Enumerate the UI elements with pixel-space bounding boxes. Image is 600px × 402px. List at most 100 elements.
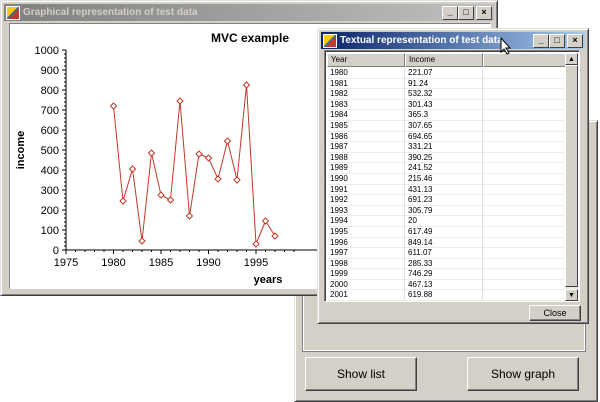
series-line: [113, 84, 276, 245]
vertical-scrollbar[interactable]: ▲ ▼: [565, 53, 578, 301]
data-point: [261, 217, 270, 225]
income-cell: 694.65: [405, 131, 483, 143]
y-tick-label: 400: [41, 165, 59, 177]
close-icon[interactable]: ×: [476, 5, 492, 20]
y-tick-label: 700: [41, 105, 59, 117]
income-cell: 285.33: [405, 258, 483, 270]
empty-cell: [483, 99, 567, 111]
data-point: [166, 196, 175, 204]
data-point: [119, 197, 127, 205]
list-header: Year Income: [327, 53, 567, 67]
maximize-icon[interactable]: □: [549, 33, 565, 48]
column-header-empty[interactable]: [483, 53, 567, 67]
empty-cell: [483, 269, 567, 280]
table-row[interactable]: 1993 305.79: [327, 205, 567, 217]
table-row[interactable]: 1999 746.29: [327, 269, 567, 280]
close-button[interactable]: Close: [529, 305, 581, 321]
year-cell: 1997: [327, 248, 405, 259]
minimize-icon[interactable]: _: [442, 5, 458, 20]
year-cell: 1992: [327, 195, 405, 206]
table-row[interactable]: 1986 694.65: [327, 131, 567, 143]
x-tick-label: 1975: [54, 257, 78, 269]
column-header-year[interactable]: Year: [327, 53, 405, 67]
income-cell: 331.21: [405, 142, 483, 153]
empty-cell: [483, 163, 567, 174]
income-cell: 305.79: [405, 205, 483, 217]
table-row[interactable]: 1980 221.07: [327, 68, 567, 79]
table-row[interactable]: 1994 20: [327, 216, 567, 227]
data-point: [128, 165, 137, 173]
table-row[interactable]: 1987 331.21: [327, 142, 567, 153]
table-row[interactable]: 1998 285.33: [327, 258, 567, 270]
minimize-icon[interactable]: _: [533, 33, 549, 48]
income-cell: 617.49: [405, 226, 483, 238]
table-row[interactable]: 2000 467.13: [327, 279, 567, 291]
data-point: [271, 232, 279, 240]
data-point: [242, 81, 251, 89]
income-cell: 611.07: [405, 248, 483, 259]
data-point: [233, 176, 241, 184]
empty-cell: [483, 237, 567, 249]
table-row[interactable]: 1985 307.65: [327, 120, 567, 132]
y-tick-label: 800: [41, 85, 59, 97]
scroll-down-icon[interactable]: ▼: [565, 289, 578, 301]
year-cell: 1981: [327, 78, 405, 90]
chart-title: MVC example: [211, 31, 289, 45]
graph-window-title: Graphical representation of test data: [23, 7, 198, 18]
graph-window-titlebar[interactable]: Graphical representation of test data _ …: [4, 4, 494, 21]
data-point: [204, 154, 213, 162]
table-row[interactable]: 1981 91.24: [327, 78, 567, 90]
income-cell: 390.25: [405, 152, 483, 164]
income-cell: 91.24: [405, 78, 483, 90]
data-point: [214, 175, 222, 183]
y-axis-label: income: [15, 131, 27, 170]
empty-cell: [483, 78, 567, 90]
text-window-titlebar[interactable]: Textual representation of test data _ □ …: [321, 32, 585, 49]
y-tick-label: 0: [53, 245, 59, 257]
table-row[interactable]: 1995 617.49: [327, 226, 567, 238]
year-cell: 1983: [327, 99, 405, 111]
year-cell: 1990: [327, 173, 405, 185]
table-row[interactable]: 1997 611.07: [327, 248, 567, 259]
show-list-button[interactable]: Show list: [305, 357, 417, 391]
x-tick-label: 1990: [196, 257, 220, 269]
data-point: [147, 149, 156, 157]
table-row[interactable]: 1992 691.23: [327, 195, 567, 206]
data-list-view[interactable]: Year Income 1980 221.07 1981 91.24 1982 532.3…: [324, 50, 580, 302]
table-row[interactable]: 2002585.56: [327, 301, 567, 302]
year-cell: 1996: [327, 237, 405, 249]
empty-cell: [483, 184, 567, 196]
maximize-icon[interactable]: □: [458, 5, 474, 20]
table-row[interactable]: 2001 619.88: [327, 290, 567, 301]
table-row[interactable]: 1988 390.25: [327, 152, 567, 164]
y-tick-label: 500: [41, 145, 59, 157]
data-point: [195, 150, 203, 158]
year-cell: 1995: [327, 226, 405, 238]
empty-cell: [483, 173, 567, 185]
table-row[interactable]: 1982 532.32: [327, 89, 567, 100]
table-row[interactable]: 1983 301.43: [327, 99, 567, 111]
scroll-thumb[interactable]: [565, 65, 578, 287]
income-cell: 691.23: [405, 195, 483, 206]
scroll-up-icon[interactable]: ▲: [565, 53, 578, 65]
year-cell: 1985: [327, 120, 405, 132]
column-header-income[interactable]: Income: [405, 53, 483, 67]
year-cell: 1986: [327, 131, 405, 143]
close-icon[interactable]: ×: [567, 33, 583, 48]
table-row[interactable]: 1996 849.14: [327, 237, 567, 249]
income-cell: 746.29: [405, 269, 483, 280]
table-row[interactable]: 1991 431.13: [327, 184, 567, 196]
empty-cell: [483, 301, 567, 302]
x-tick-label: 1985: [149, 257, 173, 269]
year-cell: 1987: [327, 142, 405, 153]
year-cell: 2000: [327, 279, 405, 291]
income-cell: 619.88: [405, 290, 483, 301]
table-row[interactable]: 1990 215.46: [327, 173, 567, 185]
year-cell: 1998: [327, 258, 405, 270]
income-cell: 849.14: [405, 237, 483, 249]
table-row[interactable]: 1984 365.3: [327, 110, 567, 121]
show-graph-button[interactable]: Show graph: [467, 357, 579, 391]
table-row[interactable]: 1989 241.52: [327, 163, 567, 174]
income-cell: 241.52: [405, 163, 483, 174]
y-tick-label: 200: [41, 205, 59, 217]
